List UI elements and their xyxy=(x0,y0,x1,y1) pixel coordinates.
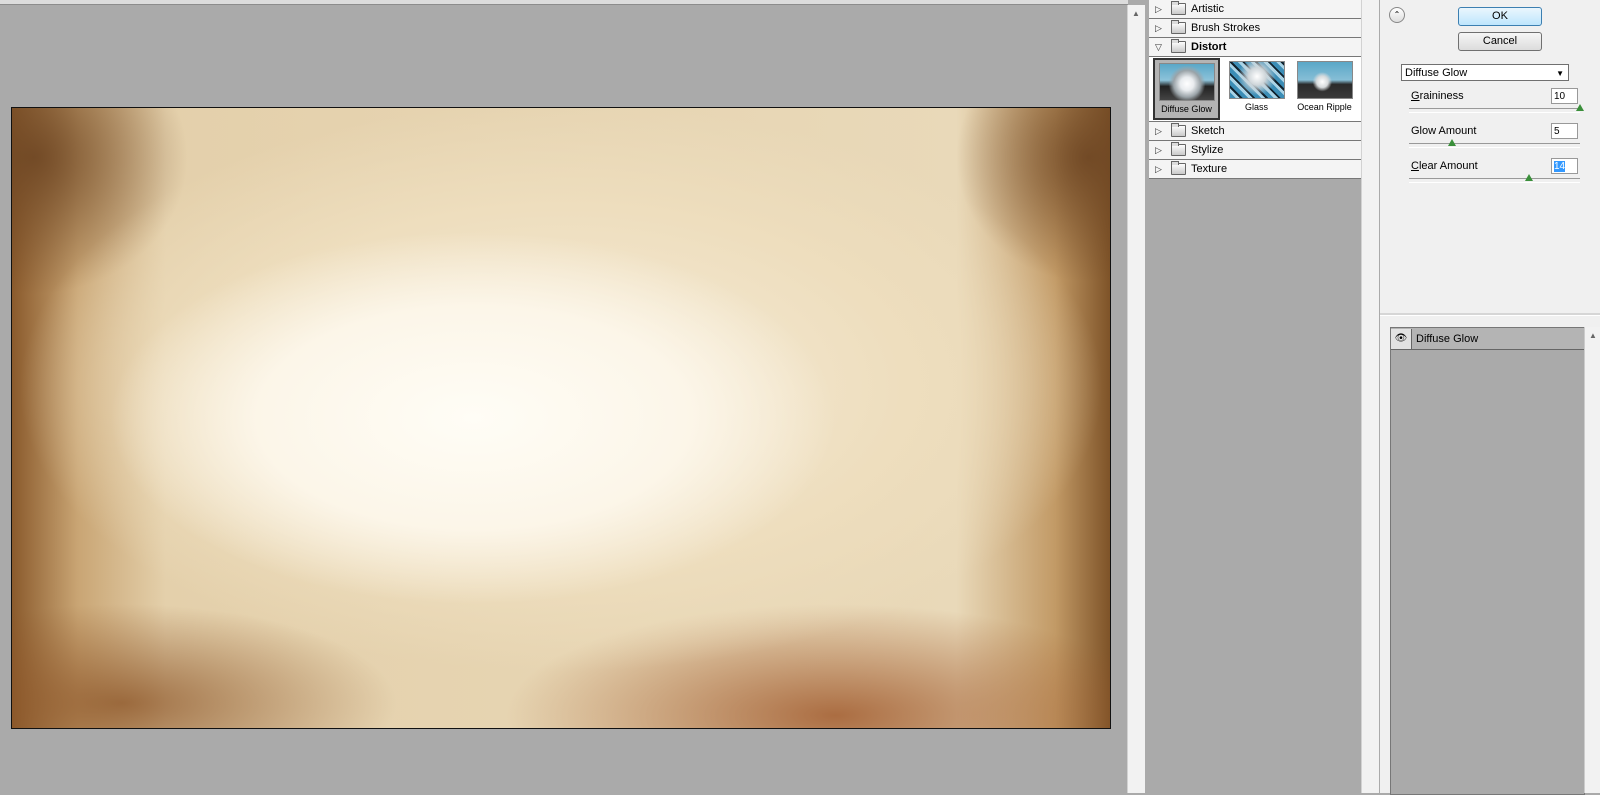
folder-icon xyxy=(1171,39,1186,53)
triangle-down-icon[interactable]: ▽ xyxy=(1155,42,1165,53)
category-label: Texture xyxy=(1191,163,1228,175)
param-value-input[interactable]: 14 xyxy=(1551,158,1578,174)
category-texture[interactable]: ▷ Texture xyxy=(1149,160,1361,179)
category-label: Brush Strokes xyxy=(1191,22,1261,34)
category-label: Stylize xyxy=(1191,144,1224,156)
cancel-button[interactable]: Cancel xyxy=(1458,32,1542,51)
folder-icon xyxy=(1171,161,1186,175)
gallery-scrollbar[interactable] xyxy=(1361,0,1379,793)
folder-icon xyxy=(1171,142,1186,156)
param-label-text: lear Amount xyxy=(1418,160,1478,172)
preview-scrollbar[interactable]: ▲ xyxy=(1127,5,1145,793)
category-label: Sketch xyxy=(1191,125,1225,137)
slider-knob[interactable] xyxy=(1576,104,1584,111)
layer-scrollbar[interactable]: ▲ xyxy=(1584,327,1600,793)
category-stylize[interactable]: ▷ Stylize xyxy=(1149,141,1361,160)
triangle-right-icon[interactable]: ▷ xyxy=(1155,23,1165,34)
param-value: 5 xyxy=(1554,126,1560,137)
category-artistic[interactable]: ▷ Artistic xyxy=(1149,0,1361,19)
collapse-icon[interactable]: ⌃ xyxy=(1389,7,1405,23)
slider-knob[interactable] xyxy=(1525,174,1533,181)
scroll-up-icon[interactable]: ▲ xyxy=(1132,9,1140,18)
filter-preview-image xyxy=(1158,63,1215,101)
ok-button[interactable]: OK xyxy=(1458,7,1542,26)
category-label: Distort xyxy=(1191,41,1227,53)
preview-image xyxy=(11,107,1111,729)
settings-divider xyxy=(1380,313,1600,316)
effect-layer-row[interactable]: 👁 Diffuse Glow xyxy=(1391,328,1584,350)
param-label-mnemonic: C xyxy=(1411,160,1419,172)
filter-preview-image xyxy=(1228,61,1285,99)
param-value-input[interactable]: 5 xyxy=(1551,123,1578,139)
filter-select[interactable]: Diffuse Glow ▼ xyxy=(1401,64,1569,81)
triangle-right-icon[interactable]: ▷ xyxy=(1155,4,1165,15)
param-label-2: Clear Amount xyxy=(1411,160,1478,172)
scroll-up-icon[interactable]: ▲ xyxy=(1589,331,1597,340)
triangle-right-icon[interactable]: ▷ xyxy=(1155,126,1165,137)
category-sketch[interactable]: ▷ Sketch xyxy=(1149,122,1361,141)
folder-icon xyxy=(1171,20,1186,34)
category-label: Artistic xyxy=(1191,3,1224,15)
settings-panel: ⌃ OK Cancel Diffuse Glow ▼ Graininess 10 G… xyxy=(1380,0,1600,795)
filter-select-value: Diffuse Glow xyxy=(1405,67,1468,79)
folder-icon xyxy=(1171,123,1186,137)
triangle-right-icon[interactable]: ▷ xyxy=(1155,145,1165,156)
folder-icon xyxy=(1171,1,1186,15)
param-label-1: Glow Amount xyxy=(1411,125,1476,137)
filter-thumb-label: Diffuse Glow xyxy=(1161,104,1212,114)
category-distort[interactable]: ▽ Distort xyxy=(1149,38,1361,57)
param-label-0: Graininess xyxy=(1411,90,1464,102)
preview-area xyxy=(0,5,1127,793)
filter-thumbnails: Diffuse Glow Glass Ocean Ripple xyxy=(1149,57,1361,122)
param-slider[interactable] xyxy=(1409,139,1580,148)
param-slider[interactable] xyxy=(1409,104,1584,113)
filter-thumb-glass[interactable]: Glass xyxy=(1225,58,1288,118)
effect-layer-list: 👁 Diffuse Glow xyxy=(1390,327,1585,795)
param-label-text: Glow Amount xyxy=(1411,125,1477,137)
filter-thumb-label: Glass xyxy=(1244,102,1268,112)
filter-thumb-label: Ocean Ripple xyxy=(1297,102,1352,112)
param-value: 14 xyxy=(1554,161,1566,172)
category-brush-strokes[interactable]: ▷ Brush Strokes xyxy=(1149,19,1361,38)
param-label-mnemonic: G xyxy=(1411,90,1420,102)
param-value-input[interactable]: 10 xyxy=(1551,88,1578,104)
triangle-right-icon[interactable]: ▷ xyxy=(1155,164,1165,175)
slider-knob[interactable] xyxy=(1448,139,1456,146)
param-value: 10 xyxy=(1554,91,1566,102)
filter-preview-image xyxy=(1296,61,1353,99)
filter-gallery: ▷ Artistic ▷ Brush Strokes ▽ Distort Diffuse … xyxy=(1149,0,1361,793)
filter-thumb-ocean-ripple[interactable]: Ocean Ripple xyxy=(1293,58,1356,118)
effect-layer-label: Diffuse Glow xyxy=(1416,332,1479,345)
param-label-text: raininess xyxy=(1419,90,1464,102)
filter-thumb-diffuse-glow[interactable]: Diffuse Glow xyxy=(1153,58,1220,120)
chevron-down-icon: ▼ xyxy=(1556,69,1564,78)
param-slider[interactable] xyxy=(1409,174,1580,183)
eye-icon[interactable]: 👁 xyxy=(1391,328,1412,349)
